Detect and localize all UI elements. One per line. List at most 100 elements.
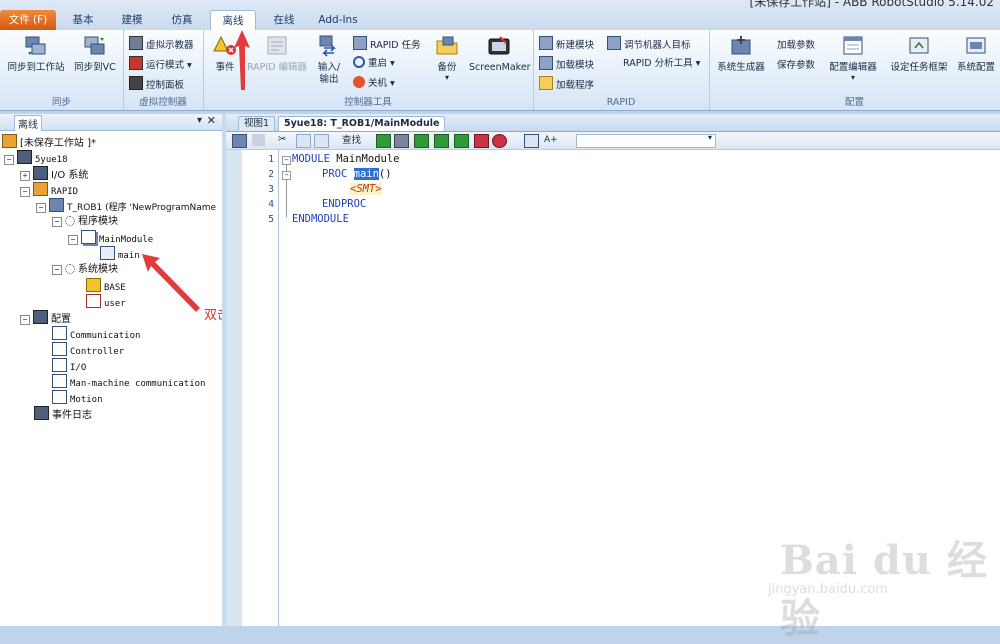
tree-node-io-config[interactable]: I/O — [52, 358, 86, 373]
group-label-vc: 虚拟控制器 — [139, 97, 187, 108]
tree-node-system-modules[interactable]: − 系统模块 — [52, 262, 118, 277]
breakpoint-gutter[interactable] — [226, 150, 242, 626]
tree-node-event-log[interactable]: 事件日志 — [34, 406, 92, 421]
offline-browser-panel: 离线 ▾ ✕ [未保存工作站 ]* −5yue18 + I/O 系统 − RAPID… — [0, 114, 223, 626]
collapse-icon[interactable]: − — [52, 217, 62, 227]
group-virtual-controller: 虚拟示教器 运行模式 ▾ 控制面板 虚拟控制器 — [123, 30, 204, 110]
procedure-selector-dropdown[interactable]: ▾ — [576, 133, 716, 148]
tree-node-user[interactable]: user — [86, 294, 126, 309]
tab-simulation[interactable]: 仿真 — [160, 10, 204, 30]
load-module-button[interactable]: 加载模块 — [539, 56, 594, 72]
group-label-config: 配置 — [844, 97, 864, 108]
run-mode-button[interactable]: 运行模式 ▾ — [129, 56, 192, 72]
sync-to-vc-button[interactable]: 同步到VC — [70, 34, 120, 74]
collapse-icon[interactable]: − — [4, 155, 14, 165]
cut-icon[interactable]: ✂ — [278, 134, 291, 146]
tree-node-base[interactable]: BASE — [86, 278, 126, 293]
tree-node-configuration[interactable]: − 配置 — [20, 310, 71, 325]
fold-toggle-icon[interactable]: − — [282, 171, 291, 180]
station-icon — [2, 134, 17, 148]
task-frame-icon — [909, 37, 929, 54]
backup-folder-icon — [436, 36, 458, 55]
tab-mainmodule[interactable]: 5yue18: T_ROB1/MainModule — [278, 116, 446, 131]
tab-online[interactable]: 在线 — [262, 10, 306, 30]
panel-title-tab[interactable]: 离线 — [14, 115, 42, 131]
tree-node-communication[interactable]: Communication — [52, 326, 140, 341]
expand-icon[interactable]: + — [20, 171, 30, 181]
collapse-icon[interactable]: − — [36, 203, 46, 213]
new-module-button[interactable]: 新建模块 — [539, 36, 594, 52]
step-out-icon[interactable] — [454, 134, 469, 148]
load-parameters-button[interactable]: 加载参数 — [777, 38, 815, 54]
shutdown-button[interactable]: 关机 ▾ — [353, 76, 395, 92]
system-builder-button[interactable]: 系统生成器 — [711, 34, 771, 74]
find-button[interactable]: 查找 — [342, 134, 361, 147]
tree-node-io-system[interactable]: + I/O 系统 — [20, 166, 88, 181]
screenmaker-button[interactable]: ScreenMaker — [469, 34, 531, 74]
system-builder-icon — [731, 36, 751, 55]
breakpoint-icon[interactable] — [492, 134, 507, 148]
task-frame-button[interactable]: 设定任务框架 — [887, 34, 951, 74]
control-panel-button[interactable]: 控制面板 — [129, 76, 184, 92]
tree-node-main[interactable]: main — [100, 246, 140, 261]
tab-view1[interactable]: 视图1 — [238, 116, 276, 131]
rapid-analysis-button[interactable]: RAPID 分析工具 ▾ — [623, 56, 700, 72]
system-configuration-button[interactable]: 系统配置 — [953, 34, 999, 74]
copy-icon[interactable] — [296, 134, 311, 148]
tab-file[interactable]: 文件 (F) — [0, 10, 56, 30]
tree-node-motion[interactable]: Motion — [52, 390, 103, 405]
io-button[interactable]: 输入/ 输出 — [311, 34, 347, 86]
tree-node-station[interactable]: [未保存工作站 ]* — [2, 134, 96, 149]
config-table-icon — [52, 326, 67, 340]
run-icon[interactable] — [376, 134, 391, 148]
code-line-1[interactable]: MODULE MainModule — [292, 152, 399, 167]
configuration-editor-button[interactable]: 配置编辑器 ▾ — [825, 34, 881, 82]
load-program-button[interactable]: 加载程序 — [539, 76, 594, 92]
panel-pin-icon[interactable]: ▾ — [197, 115, 202, 126]
code-line-5[interactable]: ENDMODULE — [292, 212, 349, 227]
backup-button[interactable]: 备份 ▾ — [429, 34, 465, 82]
step-over-icon[interactable] — [434, 134, 449, 148]
instruction-list-icon[interactable] — [524, 134, 539, 148]
step-in-icon[interactable] — [414, 134, 429, 148]
editor-toolbar: ✂ 查找 A+ ▾ — [226, 132, 1000, 150]
format-text-icon[interactable]: A+ — [544, 134, 558, 146]
code-line-4[interactable]: ENDPROC — [322, 197, 366, 212]
rapid-tasks-button[interactable]: RAPID 任务 — [353, 36, 421, 52]
save-parameters-button[interactable]: 保存参数 — [777, 58, 815, 74]
paste-icon[interactable] — [314, 134, 329, 148]
collapse-icon[interactable]: − — [20, 315, 30, 325]
sync-to-station-button[interactable]: 同步到工作站 — [4, 34, 68, 74]
collapse-icon[interactable]: − — [20, 187, 30, 197]
tree-node-controller[interactable]: −5yue18 — [4, 150, 68, 165]
line-number: 3 — [268, 184, 274, 195]
tree-node-program-modules[interactable]: − 程序模块 — [52, 214, 118, 229]
tree-node-rapid[interactable]: − RAPID — [20, 182, 78, 197]
tree-node-mmc[interactable]: Man-machine communication — [52, 374, 205, 389]
panel-close-icon[interactable]: ✕ — [207, 114, 216, 127]
group-label-tools: 控制器工具 — [344, 97, 392, 108]
collapse-icon[interactable]: − — [68, 235, 78, 245]
virtual-flexpendant-button[interactable]: 虚拟示教器 — [129, 36, 194, 52]
flexpendant-icon — [129, 36, 143, 50]
tab-home[interactable]: 基本 — [62, 10, 104, 30]
tree-node-task[interactable]: − T_ROB1 (程序 'NewProgramName — [36, 198, 216, 213]
tab-addins[interactable]: Add-Ins — [312, 10, 364, 30]
tree-node-controller-config[interactable]: Controller — [52, 342, 124, 357]
tab-modeling[interactable]: 建模 — [110, 10, 154, 30]
tree-node-mainmodule[interactable]: − MainModule — [68, 230, 153, 245]
stop-icon[interactable] — [394, 134, 409, 148]
backup-dropdown-icon: ▾ — [444, 73, 449, 82]
code-line-3[interactable]: <SMT> — [350, 182, 382, 197]
toggle-breakpoint-icon[interactable] — [474, 134, 489, 148]
adjust-robtargets-button[interactable]: 调节机器人目标 — [607, 36, 691, 52]
collapse-icon[interactable]: − — [52, 265, 62, 275]
rapid-tasks-icon — [353, 36, 367, 50]
config-table-icon — [52, 358, 67, 372]
redo-icon[interactable] — [252, 134, 265, 146]
fold-toggle-icon[interactable]: − — [282, 156, 291, 165]
code-line-2[interactable]: PROC main() — [322, 167, 392, 182]
event-log-icon — [34, 406, 49, 420]
restart-button[interactable]: 重启 ▾ — [353, 56, 395, 72]
apply-icon[interactable] — [232, 134, 247, 148]
